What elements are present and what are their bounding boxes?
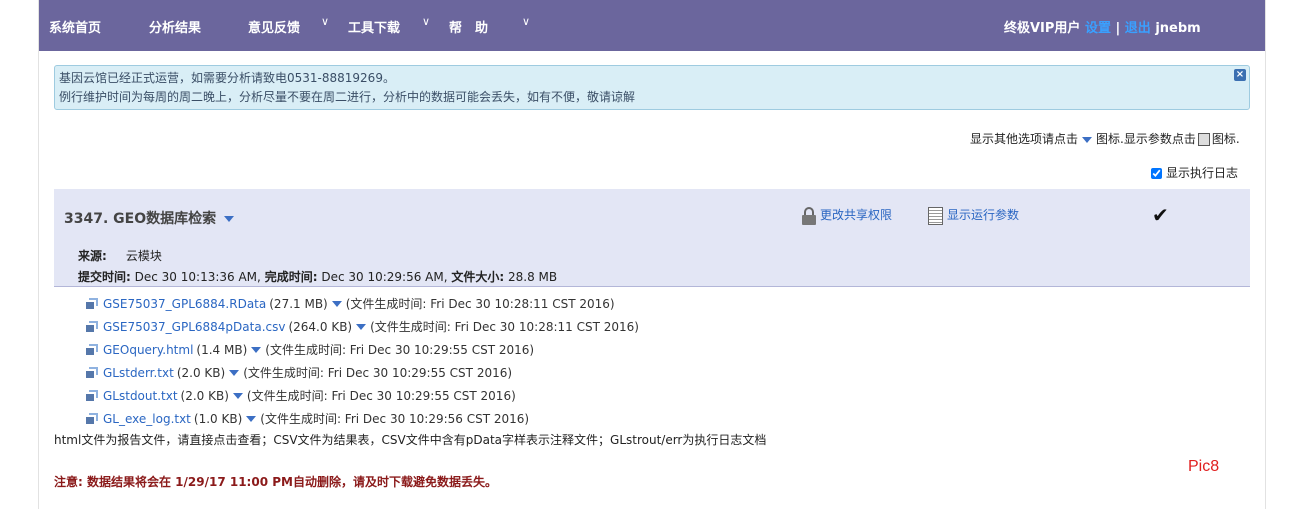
file-link[interactable]: GSE75037_GPL6884pData.csv — [103, 320, 285, 334]
chevron-down-icon[interactable]: ∨ — [321, 15, 329, 28]
nav-separator: | — [1115, 21, 1121, 36]
change-share-permission-label: 更改共享权限 — [820, 208, 893, 222]
nav-feedback[interactable]: 意见反馈 — [248, 17, 300, 36]
nav-help[interactable]: 帮 助 — [449, 17, 488, 36]
file-menu-triangle-icon[interactable] — [356, 323, 367, 330]
source-value: 云模块 — [125, 249, 162, 263]
file-link-icon — [86, 390, 98, 401]
file-time: (文件生成时间: Fri Dec 30 10:28:11 CST 2016) — [345, 297, 615, 311]
file-time: (文件生成时间: Fri Dec 30 10:29:55 CST 2016) — [265, 343, 535, 357]
save-icon — [1197, 133, 1210, 146]
finish-label: 完成时间: — [264, 270, 318, 284]
deletion-warning: 注意: 数据结果将会在 1/29/17 11:00 PM自动删除，请及时下载避免… — [54, 475, 497, 489]
lock-icon — [802, 206, 816, 225]
settings-link[interactable]: 设置 — [1085, 21, 1111, 36]
pic-label: Pic8 — [1188, 458, 1220, 475]
file-size: (27.1 MB) — [269, 296, 328, 311]
file-link-icon — [86, 413, 98, 424]
list-item: GEOquery.html (1.4 MB) (文件生成时间: Fri Dec … — [86, 338, 639, 361]
show-run-params-button[interactable]: 显示运行参数 — [928, 206, 1019, 225]
file-link-icon — [86, 344, 98, 355]
logout-link[interactable]: 退出 — [1125, 21, 1151, 36]
close-icon[interactable]: × — [1234, 69, 1246, 81]
file-link-icon — [86, 298, 98, 309]
list-item: GLstderr.txt (2.0 KB) (文件生成时间: Fri Dec 3… — [86, 361, 639, 384]
dropdown-triangle-icon — [1082, 136, 1093, 143]
user-type: 终极VIP用户 — [1004, 21, 1081, 36]
source-label: 来源: — [78, 249, 107, 263]
nav-tool-download[interactable]: 工具下载 — [348, 17, 400, 36]
notice-box: 基因云馆已经正式运营，如需要分析请致电0531-88819269。 例行维护时间… — [54, 65, 1250, 110]
user-info: 终极VIP用户 设置 | 退出 jnebm — [1004, 17, 1201, 36]
file-size: (264.0 KB) — [288, 319, 353, 334]
list-item: GL_exe_log.txt (1.0 KB) (文件生成时间: Fri Dec… — [86, 407, 639, 430]
file-time: (文件生成时间: Fri Dec 30 10:28:11 CST 2016) — [370, 320, 639, 334]
submit-value: Dec 30 10:13:36 AM, — [134, 270, 261, 284]
file-menu-triangle-icon[interactable] — [232, 392, 243, 399]
show-run-params-label: 显示运行参数 — [947, 208, 1020, 222]
file-time: (文件生成时间: Fri Dec 30 10:29:55 CST 2016) — [243, 366, 513, 380]
file-link[interactable]: GLstderr.txt — [103, 366, 174, 380]
file-size: (2.0 KB) — [176, 365, 226, 380]
options-hint-text-2: 图标.显示参数点击 — [1096, 132, 1196, 146]
top-nav: 系统首页 分析结果 意见反馈 ∨ 工具下载 ∨ 帮 助 ∨ 终极VIP用户 设置… — [39, 0, 1265, 51]
show-log-checkbox[interactable] — [1151, 168, 1162, 179]
job-times: 提交时间: Dec 30 10:13:36 AM, 完成时间: Dec 30 1… — [78, 268, 557, 285]
change-share-permission-button[interactable]: 更改共享权限 — [802, 206, 892, 225]
file-menu-triangle-icon[interactable] — [246, 415, 257, 422]
file-link[interactable]: GSE75037_GPL6884.RData — [103, 297, 266, 311]
file-link[interactable]: GEOquery.html — [103, 343, 193, 357]
show-log-toggle[interactable]: 显示执行日志 — [1151, 164, 1238, 181]
file-time: (文件生成时间: Fri Dec 30 10:29:56 CST 2016) — [260, 412, 530, 426]
file-size: (1.4 MB) — [196, 342, 248, 357]
file-menu-triangle-icon[interactable] — [229, 369, 240, 376]
list-item: GSE75037_GPL6884.RData (27.1 MB) (文件生成时间… — [86, 292, 639, 315]
file-time: (文件生成时间: Fri Dec 30 10:29:55 CST 2016) — [246, 389, 516, 403]
job-title: 3347. GEO数据库检索 — [64, 208, 238, 228]
show-log-label: 显示执行日志 — [1166, 166, 1239, 180]
checkmark-icon: ✔ — [1152, 203, 1169, 227]
file-menu-triangle-icon[interactable] — [331, 300, 342, 307]
job-source: 来源: 云模块 — [78, 247, 162, 264]
file-size: (1.0 KB) — [193, 411, 243, 426]
nav-home[interactable]: 系统首页 — [49, 17, 101, 36]
file-link[interactable]: GL_exe_log.txt — [103, 412, 191, 426]
file-type-note: html文件为报告文件，请直接点击查看；CSV文件为结果表，CSV文件中含有pD… — [54, 433, 767, 447]
nav-analysis-results[interactable]: 分析结果 — [149, 17, 201, 36]
options-hint: 显示其他选项请点击 图标.显示参数点击 图标. — [970, 130, 1240, 147]
file-link[interactable]: GLstdout.txt — [103, 389, 178, 403]
file-link-icon — [86, 367, 98, 378]
list-item: GSE75037_GPL6884pData.csv (264.0 KB) (文件… — [86, 315, 639, 338]
options-hint-text-1: 显示其他选项请点击 — [970, 132, 1079, 146]
notice-line-1: 基因云馆已经正式运营，如需要分析请致电0531-88819269。 — [59, 71, 395, 85]
job-panel: 3347. GEO数据库检索 更改共享权限 显示运行参数 ✔ 来源: 云模块 提… — [54, 189, 1250, 287]
file-size: (2.0 KB) — [180, 388, 229, 403]
job-title-text: 3347. GEO数据库检索 — [64, 211, 217, 227]
file-menu-triangle-icon[interactable] — [251, 346, 262, 353]
list-item: GLstdout.txt (2.0 KB) (文件生成时间: Fri Dec 3… — [86, 384, 639, 407]
chevron-down-icon[interactable]: ∨ — [422, 15, 430, 28]
job-menu-triangle-icon[interactable] — [224, 216, 235, 222]
finish-value: Dec 30 10:29:56 AM, — [321, 270, 448, 284]
username: jnebm — [1155, 21, 1201, 36]
notice-line-2: 例行维护时间为每周的周二晚上，分析尽量不要在周二进行，分析中的数据可能会丢失，如… — [59, 90, 636, 104]
file-list: GSE75037_GPL6884.RData (27.1 MB) (文件生成时间… — [86, 292, 639, 430]
size-value: 28.8 MB — [508, 270, 558, 284]
document-icon — [928, 206, 943, 225]
chevron-down-icon[interactable]: ∨ — [522, 15, 530, 28]
size-label: 文件大小: — [451, 270, 505, 284]
options-hint-text-3: 图标. — [1211, 132, 1240, 146]
file-link-icon — [86, 321, 98, 332]
submit-label: 提交时间: — [78, 270, 131, 284]
